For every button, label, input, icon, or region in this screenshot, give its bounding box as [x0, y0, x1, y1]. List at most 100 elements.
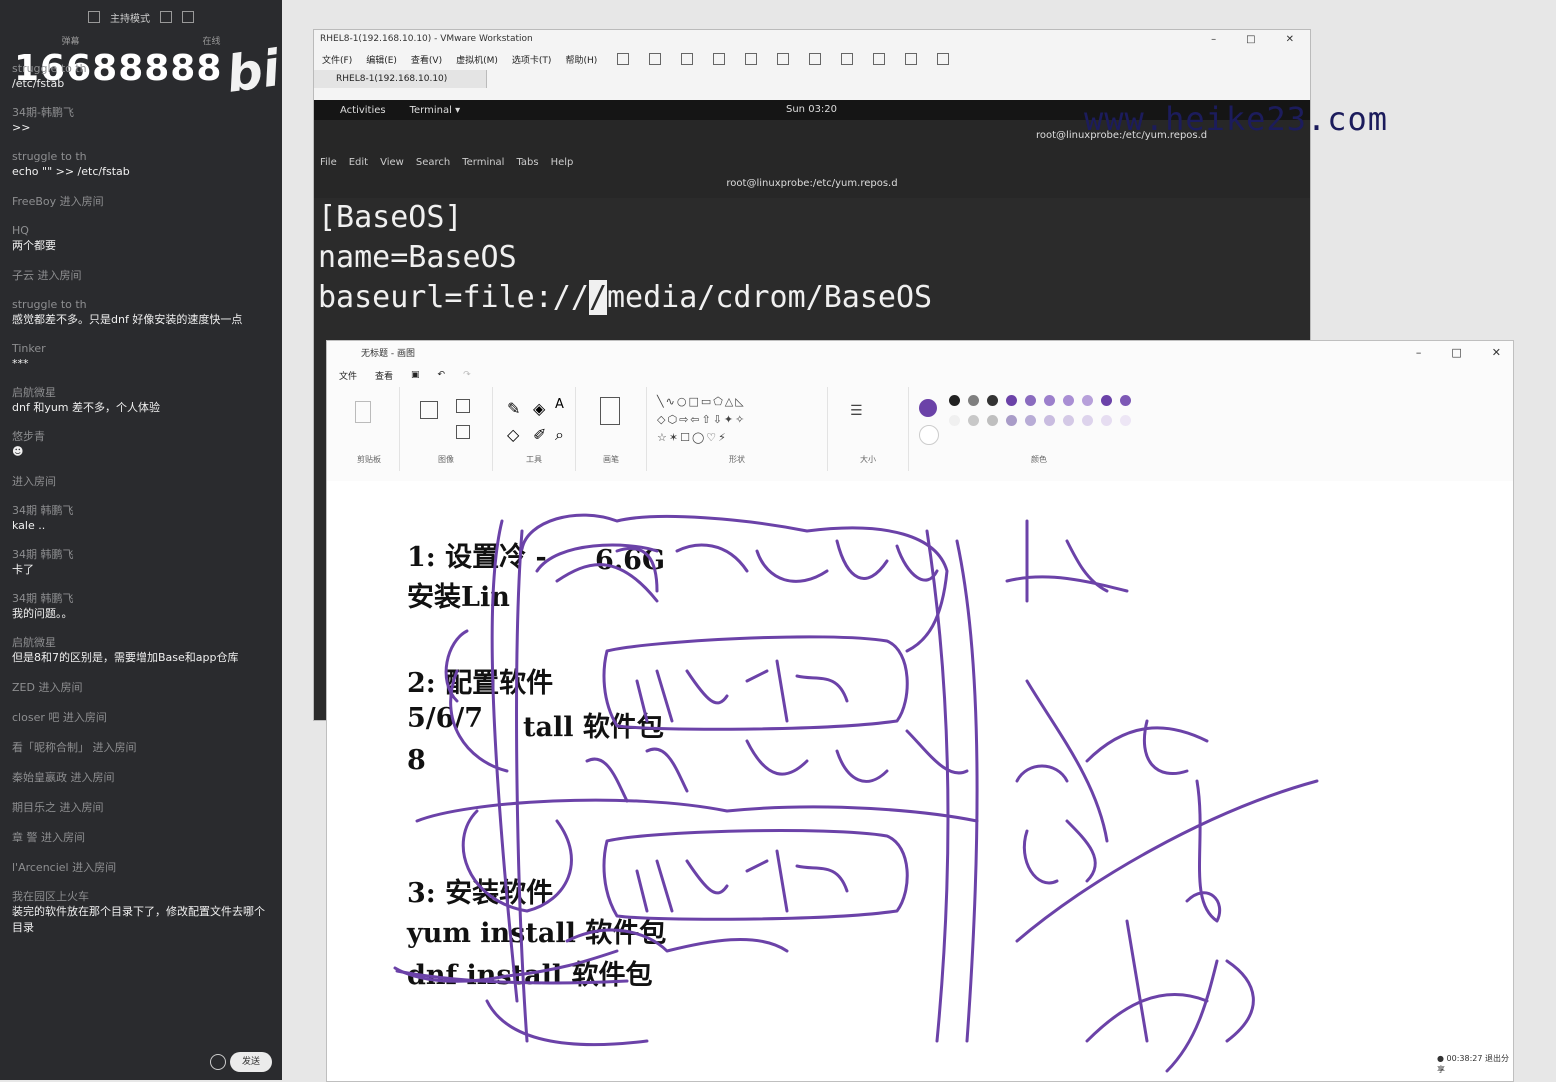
paint-maximize-icon[interactable]: □ — [1451, 346, 1461, 359]
shapes-row2-icon[interactable]: ◇⬡⇨⇦⇧⇩✦✧ — [657, 413, 746, 426]
maximize-icon[interactable]: □ — [1246, 34, 1255, 45]
menu-help[interactable]: 帮助(H) — [565, 53, 597, 66]
chat-message: ZED 进入房间 — [12, 680, 270, 696]
gnome-clock[interactable]: Sun 03:20 — [786, 104, 837, 115]
brush-icon[interactable] — [600, 397, 620, 425]
palette-swatch[interactable] — [1101, 395, 1112, 406]
crop-icon[interactable] — [456, 399, 470, 413]
palette-swatch[interactable] — [987, 395, 998, 406]
library-icon[interactable] — [777, 53, 790, 65]
snapshot-icon[interactable] — [681, 53, 694, 65]
fill-icon[interactable]: ◈ — [533, 399, 545, 418]
palette-swatch[interactable] — [1063, 415, 1074, 426]
paste-icon[interactable] — [355, 401, 371, 423]
menu-vm[interactable]: 虚拟机(M) — [456, 53, 498, 66]
chat-username[interactable]: 34期-韩鹏飞 — [12, 106, 270, 120]
palette-swatch[interactable] — [1101, 415, 1112, 426]
window-icon[interactable] — [182, 11, 194, 23]
thumbnail-icon[interactable] — [809, 53, 822, 65]
chat-username[interactable]: struggle to th — [12, 62, 270, 76]
chat-message: struggle to th/etc/fstab — [12, 62, 270, 92]
shapes-row3-icon[interactable]: ☆✶☐◯♡⚡ — [657, 431, 728, 444]
chat-username[interactable]: 悠步青 — [12, 430, 270, 444]
terminal-menu-file[interactable]: File — [320, 157, 337, 168]
palette-swatch[interactable] — [1082, 395, 1093, 406]
palette-swatch[interactable] — [968, 415, 979, 426]
vm-tab[interactable]: RHEL8-1(192.168.10.10) — [314, 70, 487, 88]
paint-minimize-icon[interactable]: – — [1416, 346, 1422, 359]
minimize-icon[interactable]: – — [1211, 34, 1216, 45]
magnifier-icon[interactable]: ⌕ — [555, 425, 567, 444]
color2-swatch[interactable] — [919, 425, 939, 445]
chat-username[interactable]: struggle to th — [12, 298, 270, 312]
unity-icon[interactable] — [873, 53, 886, 65]
palette-swatch[interactable] — [1063, 395, 1074, 406]
palette-swatch[interactable] — [1006, 415, 1017, 426]
select-icon[interactable] — [420, 401, 438, 419]
manage-snapshots-icon[interactable] — [745, 53, 758, 65]
palette-swatch[interactable] — [968, 395, 979, 406]
terminal-app-menu[interactable]: Terminal ▾ — [386, 105, 460, 116]
chat-username[interactable]: 34期 韩鹏飞 — [12, 548, 270, 562]
tab-online[interactable]: 在线 — [202, 34, 220, 47]
terminal-menu-search[interactable]: Search — [416, 157, 450, 168]
undo-icon[interactable]: ↶ — [438, 370, 446, 380]
emoji-icon[interactable] — [210, 1054, 226, 1070]
palette-swatch[interactable] — [949, 395, 960, 406]
size-icon[interactable]: ☰ — [850, 403, 863, 419]
palette-swatch[interactable] — [1082, 415, 1093, 426]
pause-icon[interactable] — [617, 53, 630, 65]
ribbon-size: ☰ 大小 — [828, 387, 909, 471]
chat-username[interactable]: Tinker — [12, 342, 270, 356]
settings-icon[interactable] — [160, 11, 172, 23]
chat-username[interactable]: 启航微星 — [12, 636, 270, 650]
fullscreen-icon[interactable] — [841, 53, 854, 65]
paint-menu-view[interactable]: 查看 — [375, 369, 393, 382]
menu-tabs[interactable]: 选项卡(T) — [512, 53, 552, 66]
palette-swatch[interactable] — [1025, 415, 1036, 426]
paint-canvas[interactable]: 1: 设置冷 -6.6G 安装Lin 2: 配置软件 5/6/7 tall 软件包 8 3:… — [327, 481, 1513, 1081]
terminal-menu-edit[interactable]: Edit — [349, 157, 368, 168]
menu-file[interactable]: 文件(F) — [322, 53, 352, 66]
palette-swatch[interactable] — [1044, 415, 1055, 426]
palette-swatch[interactable] — [1025, 395, 1036, 406]
resize-icon[interactable] — [456, 425, 470, 439]
paint-menu-file[interactable]: 文件 — [339, 369, 357, 382]
chat-text: echo "" >> /etc/fstab — [12, 165, 130, 178]
chat-username[interactable]: 我在园区上火车 — [12, 890, 270, 904]
terminal-menu-tabs[interactable]: Tabs — [516, 157, 538, 168]
paint-close-icon[interactable]: ✕ — [1492, 346, 1501, 359]
color-picker-icon[interactable]: ✐ — [533, 425, 546, 444]
palette-swatch[interactable] — [1006, 395, 1017, 406]
eraser-icon[interactable]: ◇ — [507, 425, 519, 444]
console-icon[interactable] — [905, 53, 918, 65]
chat-username[interactable]: HQ — [12, 224, 270, 238]
chat-username[interactable]: 34期 韩鹏飞 — [12, 504, 270, 518]
palette-swatch[interactable] — [1044, 395, 1055, 406]
text-tool-icon[interactable]: A — [555, 397, 567, 412]
terminal-menu-view[interactable]: View — [380, 157, 404, 168]
send-button[interactable]: 发送 — [230, 1052, 272, 1072]
revert-icon[interactable] — [713, 53, 726, 65]
save-icon[interactable]: ▣ — [411, 370, 420, 380]
send-keys-icon[interactable] — [649, 53, 662, 65]
pencil-icon[interactable]: ✎ — [507, 399, 520, 418]
chat-username[interactable]: 启航微星 — [12, 386, 270, 400]
palette-swatch[interactable] — [1120, 415, 1131, 426]
close-icon[interactable]: ✕ — [1286, 34, 1294, 45]
terminal-menu-terminal[interactable]: Terminal — [462, 157, 504, 168]
tab-danmaku[interactable]: 弹幕 — [61, 34, 79, 47]
terminal-menu-help[interactable]: Help — [551, 157, 574, 168]
shapes-icon[interactable]: ╲∿○□▭⬠△◺ — [657, 395, 746, 408]
redo-icon[interactable]: ↷ — [463, 370, 471, 380]
menu-view[interactable]: 查看(V) — [411, 53, 442, 66]
activities-button[interactable]: Activities — [314, 105, 386, 116]
chat-username[interactable]: struggle to th — [12, 150, 270, 164]
stretch-icon[interactable] — [937, 53, 950, 65]
menu-edit[interactable]: 编辑(E) — [366, 53, 397, 66]
color1-swatch[interactable] — [919, 399, 937, 417]
chat-username[interactable]: 34期 韩鹏飞 — [12, 592, 270, 606]
palette-swatch[interactable] — [987, 415, 998, 426]
palette-swatch[interactable] — [949, 415, 960, 426]
palette-swatch[interactable] — [1120, 395, 1131, 406]
